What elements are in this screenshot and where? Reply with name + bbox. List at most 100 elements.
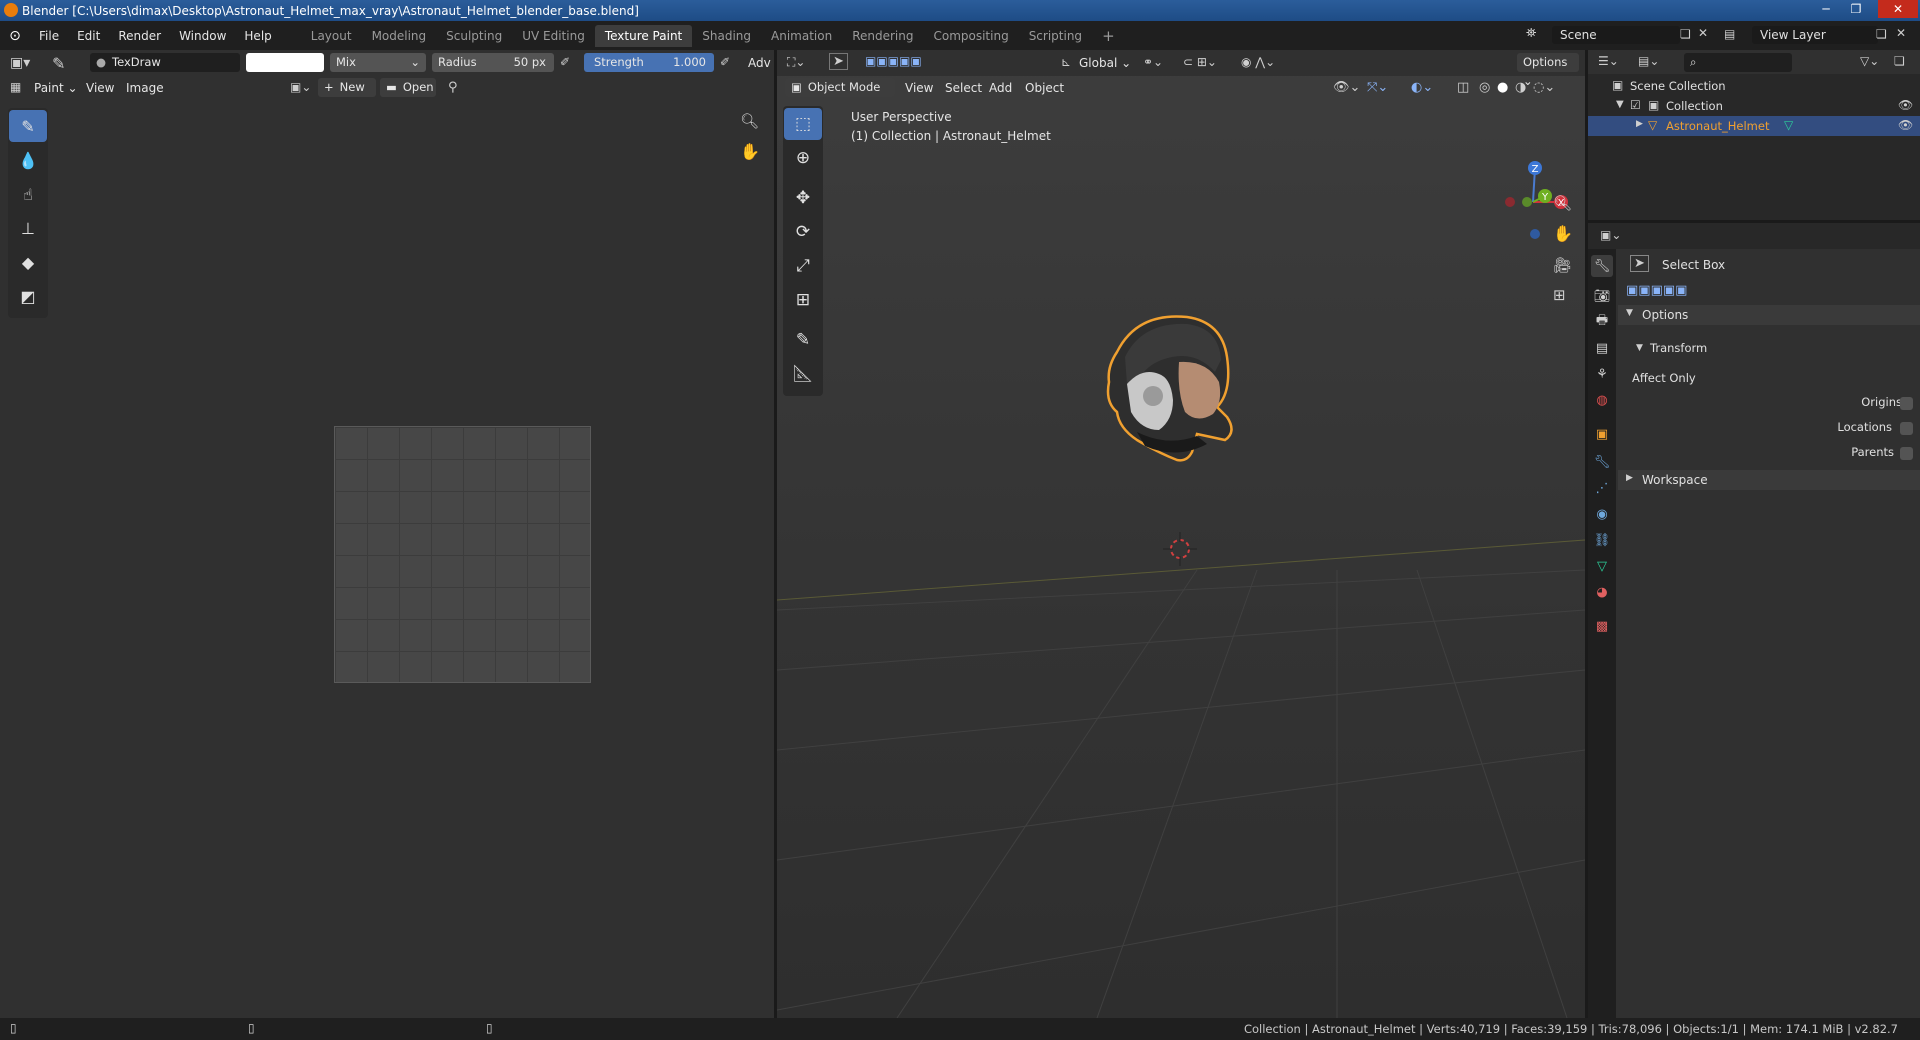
menu-window[interactable]: Window <box>170 29 235 43</box>
tab-rendering[interactable]: Rendering <box>842 25 923 47</box>
options-dropdown[interactable]: Options ⌄ <box>1517 53 1579 88</box>
xray-icon[interactable]: ◫ <box>1457 80 1469 95</box>
parents-checkbox[interactable] <box>1900 447 1913 460</box>
ortho-toggle-icon[interactable]: ⊞ <box>1553 286 1566 304</box>
menu-edit[interactable]: Edit <box>68 29 109 43</box>
pin-icon[interactable]: ⚲ <box>448 80 458 95</box>
paint-mode-dropdown[interactable]: Paint ⌄ <box>34 81 78 95</box>
viewport-add-menu[interactable]: Add <box>989 81 1012 95</box>
remove-scene-icon[interactable]: ✕ <box>1698 26 1708 40</box>
expand-arrow-icon[interactable]: ▼ <box>1616 99 1624 110</box>
astronaut-helmet-object[interactable] <box>1097 312 1257 512</box>
paint-brush-icon[interactable]: ✎ <box>52 54 65 73</box>
new-image-button[interactable]: + New <box>318 78 376 97</box>
viewport-pan-icon[interactable]: ✋ <box>1553 224 1573 243</box>
transform-tool-icon[interactable]: ⊞ <box>784 284 822 316</box>
scale-tool-icon[interactable]: ⤢ <box>784 250 822 282</box>
tab-sculpting[interactable]: Sculpting <box>436 25 512 47</box>
measure-tool-icon[interactable]: 📐︎ <box>784 358 822 390</box>
rendered-shading-icon[interactable]: ◌⌄ <box>1533 80 1555 95</box>
selection-mode-icons[interactable]: ▣▣▣▣▣ <box>865 54 922 68</box>
outliner-editor-type-icon[interactable]: ☰⌄ <box>1598 54 1619 68</box>
zoom-icon[interactable]: 🔍︎ <box>740 112 759 130</box>
locations-checkbox[interactable] <box>1900 422 1913 435</box>
viewport-editor-type-icon[interactable]: ⛶⌄ <box>787 55 805 70</box>
tab-animation[interactable]: Animation <box>761 25 842 47</box>
proportional-edit-icon[interactable]: ◉ ⋀⌄ <box>1241 55 1275 69</box>
tool-tab-icon[interactable]: 🔧︎ <box>1591 255 1613 277</box>
mesh-data-tab-icon[interactable]: ▽ <box>1591 555 1613 577</box>
gizmo-toggle-icon[interactable]: ⤧⌄ <box>1367 80 1388 95</box>
select-cursor-icon[interactable]: ➤ <box>829 53 848 70</box>
tab-layout[interactable]: Layout <box>301 25 362 47</box>
scene-selector-icon[interactable]: ⛯ <box>1526 26 1536 41</box>
world-tab-icon[interactable]: ◍ <box>1591 389 1613 411</box>
outliner-row-scene-collection[interactable]: ▣ Scene Collection <box>1588 76 1920 96</box>
view-layer-icon[interactable]: ▤ <box>1724 27 1735 41</box>
material-tab-icon[interactable]: ◕ <box>1591 581 1613 603</box>
collection-checkbox[interactable]: ☑ <box>1630 98 1641 112</box>
fill-tool-icon[interactable]: ◆ <box>9 246 47 278</box>
tab-scripting[interactable]: Scripting <box>1019 25 1092 47</box>
tab-texture-paint[interactable]: Texture Paint <box>594 24 693 47</box>
filter-icon[interactable]: ▽⌄ <box>1860 54 1879 68</box>
annotate-tool-icon[interactable]: ✎ <box>784 324 822 356</box>
outliner-search-input[interactable]: ⌕ <box>1684 53 1792 72</box>
menu-help[interactable]: Help <box>235 29 280 43</box>
orientation-dropdown[interactable]: Global ⌄ <box>1079 56 1131 70</box>
close-button[interactable]: ✕ <box>1878 0 1918 18</box>
image-browse-icon[interactable]: ▣⌄ <box>290 80 311 94</box>
render-tab-icon[interactable]: 📷︎ <box>1591 285 1613 307</box>
pivot-icon[interactable]: ⚭⌄ <box>1143 55 1163 69</box>
workspace-panel-header[interactable]: ▶ Workspace <box>1618 470 1920 490</box>
properties-editor-type-icon[interactable]: ▣⌄ <box>1600 228 1621 242</box>
open-image-button[interactable]: ▬ Open <box>380 78 436 97</box>
image-menu[interactable]: Image <box>126 81 164 95</box>
options-panel-header[interactable]: ▼ Options <box>1618 305 1920 325</box>
particles-tab-icon[interactable]: ⋰ <box>1591 477 1613 499</box>
blend-mode-dropdown[interactable]: Mix ⌄ <box>330 53 426 72</box>
minimize-button[interactable]: ─ <box>1812 0 1840 18</box>
clone-tool-icon[interactable]: ⊥ <box>9 212 47 244</box>
tab-modeling[interactable]: Modeling <box>362 25 437 47</box>
radius-pressure-icon[interactable]: ✐ <box>560 55 570 69</box>
collapse-arrow-icon[interactable]: ▶ <box>1636 119 1643 129</box>
overlay-toggle-icon[interactable]: ◐⌄ <box>1411 80 1433 95</box>
menu-render[interactable]: Render <box>109 29 170 43</box>
strength-slider[interactable]: Strength 1.000 <box>584 53 714 72</box>
viewport-object-menu[interactable]: Object <box>1025 81 1064 95</box>
viewport-view-menu[interactable]: View <box>905 81 933 95</box>
radius-slider[interactable]: Radius 50 px <box>432 53 554 72</box>
scene-tab-icon[interactable]: ⚘ <box>1591 363 1613 385</box>
tab-compositing[interactable]: Compositing <box>923 25 1018 47</box>
advanced-menu[interactable]: Adv <box>748 56 771 70</box>
constraints-tab-icon[interactable]: ⛓ <box>1591 529 1613 551</box>
origins-checkbox[interactable] <box>1900 397 1913 410</box>
modifier-tab-icon[interactable]: 🔧︎ <box>1591 451 1613 473</box>
new-view-layer-icon[interactable]: ❏ <box>1876 27 1887 41</box>
new-scene-icon[interactable]: ❏ <box>1680 27 1691 41</box>
view-layer-tab-icon[interactable]: ▤ <box>1591 337 1613 359</box>
visibility-icon[interactable]: 👁︎⌄ <box>1333 80 1360 95</box>
selection-mode-buttons[interactable]: ▣▣▣▣▣ <box>1626 283 1687 298</box>
camera-view-icon[interactable]: 🎥︎ <box>1553 256 1572 274</box>
strength-pressure-icon[interactable]: ✐ <box>720 55 730 69</box>
blender-menu-icon[interactable]: ⊙ <box>0 28 30 44</box>
viewport-select-menu[interactable]: Select <box>945 81 982 95</box>
tab-uv-editing[interactable]: UV Editing <box>512 25 595 47</box>
maximize-button[interactable]: ❐ <box>1842 0 1870 18</box>
view-menu[interactable]: View <box>86 81 114 95</box>
viewport-zoom-icon[interactable]: 🔍︎ <box>1553 194 1572 212</box>
new-collection-icon[interactable]: ❏ <box>1894 54 1905 68</box>
eye-icon[interactable]: 👁︎ <box>1898 118 1913 132</box>
rotate-tool-icon[interactable]: ⟳ <box>784 216 822 248</box>
wireframe-shading-icon[interactable]: ◎ <box>1479 80 1490 95</box>
material-shading-icon[interactable]: ◑ <box>1515 80 1526 95</box>
display-mode-icon[interactable]: ▤⌄ <box>1638 54 1659 68</box>
smear-tool-icon[interactable]: ☝ <box>9 178 47 210</box>
brush-name-field[interactable]: ● TexDraw <box>90 53 240 72</box>
solid-shading-icon[interactable]: ● <box>1497 80 1508 95</box>
object-mode-dropdown[interactable]: ▣Object Mode ⌄ <box>785 78 895 113</box>
texture-tab-icon[interactable]: ▩ <box>1591 615 1613 637</box>
view-layer-field[interactable]: View Layer <box>1752 26 1878 44</box>
